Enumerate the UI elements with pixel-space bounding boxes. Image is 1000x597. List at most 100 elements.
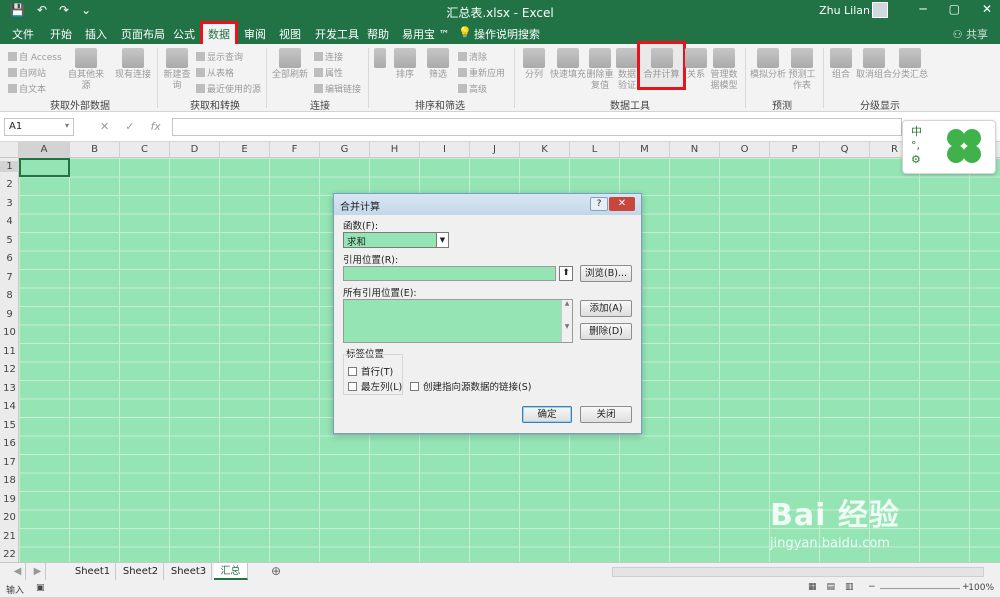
close-button[interactable]: ✕ bbox=[982, 2, 992, 16]
column-header[interactable]: E bbox=[220, 142, 270, 158]
list-scrollbar[interactable]: ▲ ▼ bbox=[561, 300, 572, 342]
row-header[interactable]: 21 bbox=[0, 531, 19, 542]
column-header[interactable]: K bbox=[520, 142, 570, 158]
function-select[interactable]: 求和 ▼ bbox=[343, 232, 449, 248]
tab-data[interactable]: 数据 bbox=[200, 21, 238, 48]
sheet-tab[interactable]: Sheet3 bbox=[166, 563, 212, 580]
horizontal-scrollbar[interactable] bbox=[612, 567, 984, 577]
sheet-tab-active[interactable]: 汇总 bbox=[214, 563, 248, 580]
column-header[interactable]: B bbox=[70, 142, 120, 158]
scroll-up-icon[interactable]: ▲ bbox=[562, 300, 572, 307]
reapply-button[interactable]: 重新应用 bbox=[458, 66, 505, 79]
edit-links-button[interactable]: 编辑链接 bbox=[314, 82, 361, 95]
column-header[interactable]: J bbox=[470, 142, 520, 158]
subtotal-button[interactable]: 分类汇总 bbox=[892, 48, 928, 81]
first-row-checkbox[interactable]: 首行(T) bbox=[348, 364, 393, 378]
row-header[interactable]: 7 bbox=[0, 272, 19, 283]
column-header[interactable]: O bbox=[720, 142, 770, 158]
browse-button[interactable]: 浏览(B)... bbox=[580, 265, 632, 282]
left-column-checkbox[interactable]: 最左列(L) bbox=[348, 379, 402, 393]
zoom-out-icon[interactable]: − bbox=[868, 582, 876, 592]
tab-review[interactable]: 审阅 bbox=[244, 26, 266, 42]
consolidate-button[interactable]: 合并计算 bbox=[637, 41, 686, 90]
refresh-all-button[interactable]: 全部刷新 bbox=[270, 48, 310, 81]
chevron-down-icon[interactable]: ▼ bbox=[436, 233, 448, 247]
manage-data-model-button[interactable]: 管理数据模型 bbox=[708, 48, 740, 92]
column-header[interactable]: H bbox=[370, 142, 420, 158]
macro-record-icon[interactable]: ▣ bbox=[36, 583, 45, 593]
what-if-button[interactable]: 模拟分析 bbox=[750, 48, 786, 81]
remove-duplicates-button[interactable]: 删除重复值 bbox=[586, 48, 614, 92]
tab-page-layout[interactable]: 页面布局 bbox=[121, 26, 165, 42]
column-header[interactable]: I bbox=[420, 142, 470, 158]
formula-input[interactable] bbox=[172, 118, 902, 136]
select-all-corner[interactable] bbox=[0, 142, 19, 158]
tab-help[interactable]: 帮助 bbox=[367, 26, 389, 42]
delete-button[interactable]: 删除(D) bbox=[580, 323, 632, 340]
row-header[interactable]: 20 bbox=[0, 512, 19, 523]
ungroup-button[interactable]: 取消组合 bbox=[856, 48, 892, 81]
sort-button[interactable]: 排序 bbox=[390, 48, 420, 81]
cancel-icon[interactable]: ✕ bbox=[100, 120, 109, 133]
sheet-tab[interactable]: Sheet2 bbox=[118, 563, 164, 580]
row-header[interactable]: 17 bbox=[0, 457, 19, 468]
from-text-button[interactable]: 自文本 bbox=[8, 82, 46, 95]
gear-icon[interactable]: ⚙ bbox=[911, 153, 922, 167]
minimize-button[interactable]: ─ bbox=[919, 2, 926, 16]
reference-input[interactable] bbox=[343, 266, 556, 281]
row-header[interactable]: 10 bbox=[0, 327, 19, 338]
row-header[interactable]: 16 bbox=[0, 438, 19, 449]
avatar[interactable] bbox=[872, 2, 888, 18]
clover-widget[interactable]: 中 °, ⚙ bbox=[902, 120, 996, 174]
from-table-button[interactable]: 从表格 bbox=[196, 66, 234, 79]
tab-view[interactable]: 视图 bbox=[279, 26, 301, 42]
column-header[interactable]: G bbox=[320, 142, 370, 158]
row-header[interactable]: 19 bbox=[0, 494, 19, 505]
add-button[interactable]: 添加(A) bbox=[580, 300, 632, 317]
column-header[interactable]: N bbox=[670, 142, 720, 158]
row-header[interactable]: 11 bbox=[0, 346, 19, 357]
row-header[interactable]: 1 bbox=[0, 161, 19, 172]
help-icon[interactable]: ? bbox=[590, 197, 608, 211]
row-header[interactable]: 12 bbox=[0, 364, 19, 375]
connections-button[interactable]: 连接 bbox=[314, 50, 343, 63]
add-sheet-icon[interactable]: ⊕ bbox=[266, 563, 286, 580]
from-web-button[interactable]: 自网站 bbox=[8, 66, 46, 79]
tab-developer[interactable]: 开发工具 bbox=[315, 26, 359, 42]
restore-button[interactable]: ▢ bbox=[949, 2, 960, 16]
show-queries-button[interactable]: 显示查询 bbox=[196, 50, 243, 63]
other-sources-button[interactable]: 自其他来源 bbox=[64, 48, 108, 92]
sheet-tab[interactable]: Sheet1 bbox=[70, 563, 116, 580]
name-box[interactable]: A1 ▾ bbox=[4, 118, 74, 136]
clear-filter-button[interactable]: 清除 bbox=[458, 50, 487, 63]
column-header[interactable]: M bbox=[620, 142, 670, 158]
tab-yiyongbao[interactable]: 易用宝 ™ bbox=[402, 26, 450, 42]
tell-me-search[interactable]: 操作说明搜索 bbox=[474, 26, 540, 42]
zoom-level[interactable]: 100% bbox=[968, 583, 994, 593]
close-dialog-button[interactable]: 关闭 bbox=[580, 406, 632, 423]
prev-sheet-icon[interactable]: ◀ bbox=[10, 563, 26, 580]
sort-az-icon[interactable] bbox=[372, 48, 388, 70]
column-header[interactable]: F bbox=[270, 142, 320, 158]
column-header[interactable]: L bbox=[570, 142, 620, 158]
share-button[interactable]: ⚇ 共享 bbox=[953, 26, 988, 42]
user-name[interactable]: Zhu Lilan bbox=[819, 4, 870, 17]
row-header[interactable]: 18 bbox=[0, 475, 19, 486]
next-sheet-icon[interactable]: ▶ bbox=[30, 563, 46, 580]
column-header[interactable]: A bbox=[19, 142, 70, 158]
row-header[interactable]: 9 bbox=[0, 309, 19, 320]
link-source-checkbox[interactable]: 创建指向源数据的链接(S) bbox=[410, 379, 531, 393]
zhong-icon[interactable]: 中 bbox=[911, 125, 922, 139]
row-header[interactable]: 22 bbox=[0, 549, 19, 560]
row-header[interactable]: 3 bbox=[0, 198, 19, 209]
row-header[interactable]: 2 bbox=[0, 179, 19, 190]
tab-file[interactable]: 文件 bbox=[12, 26, 34, 42]
dots-icon[interactable]: °, bbox=[911, 139, 922, 153]
collapse-range-icon[interactable]: ⬆ bbox=[559, 266, 573, 281]
data-validation-button[interactable]: 数据验证 bbox=[614, 48, 640, 92]
selected-cell[interactable] bbox=[19, 158, 70, 177]
group-button[interactable]: 组合 bbox=[826, 48, 856, 81]
flash-fill-button[interactable]: 快速填充 bbox=[550, 48, 586, 81]
enter-icon[interactable]: ✓ bbox=[125, 120, 134, 133]
row-header[interactable]: 6 bbox=[0, 253, 19, 264]
